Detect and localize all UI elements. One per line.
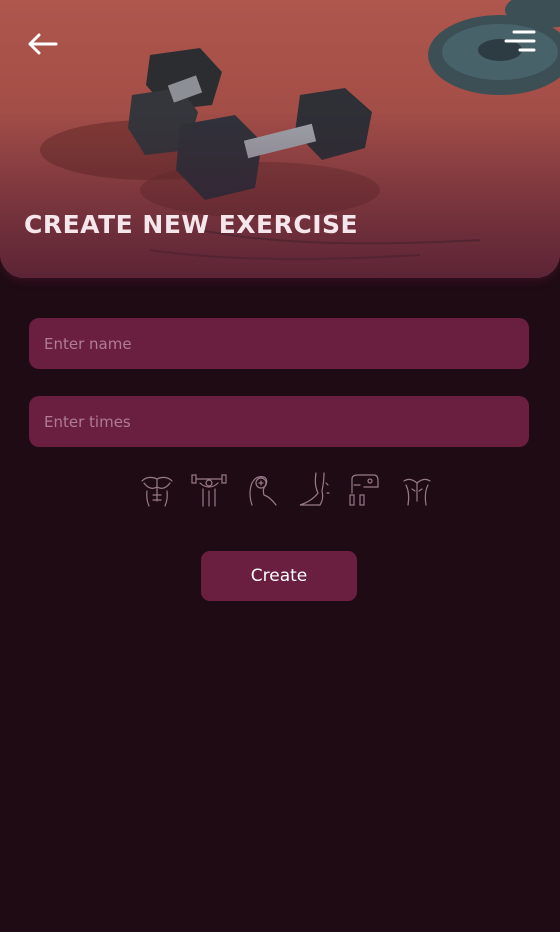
- chest-icon: [141, 476, 173, 507]
- arrow-left-icon: [28, 33, 58, 55]
- muscle-option-back[interactable]: [398, 470, 436, 510]
- biceps-icon: [249, 476, 277, 506]
- back-button[interactable]: [22, 26, 62, 62]
- create-button[interactable]: Create: [201, 551, 357, 601]
- muscle-option-shoulders[interactable]: [190, 470, 228, 510]
- times-field[interactable]: [29, 396, 529, 447]
- shoulders-icon: [191, 474, 227, 507]
- menu-button[interactable]: [502, 24, 538, 58]
- menu-icon: [504, 30, 536, 52]
- page-title: CREATE NEW EXERCISE: [24, 210, 359, 239]
- muscle-option-cardio[interactable]: [346, 470, 384, 510]
- muscle-option-biceps[interactable]: [242, 470, 280, 510]
- name-field[interactable]: [29, 318, 529, 369]
- muscle-group-selector: [138, 470, 436, 512]
- hero-header: CREATE NEW EXERCISE: [0, 0, 560, 278]
- cardio-icon: [349, 474, 379, 506]
- legs-icon: [299, 472, 330, 506]
- name-input[interactable]: [44, 318, 529, 369]
- create-exercise-screen: CREATE NEW EXERCISE Enter name Enter tim…: [0, 0, 560, 932]
- muscle-option-legs[interactable]: [294, 470, 332, 510]
- muscle-option-chest[interactable]: [138, 470, 176, 510]
- times-input[interactable]: [44, 396, 529, 447]
- back-icon: [403, 478, 431, 506]
